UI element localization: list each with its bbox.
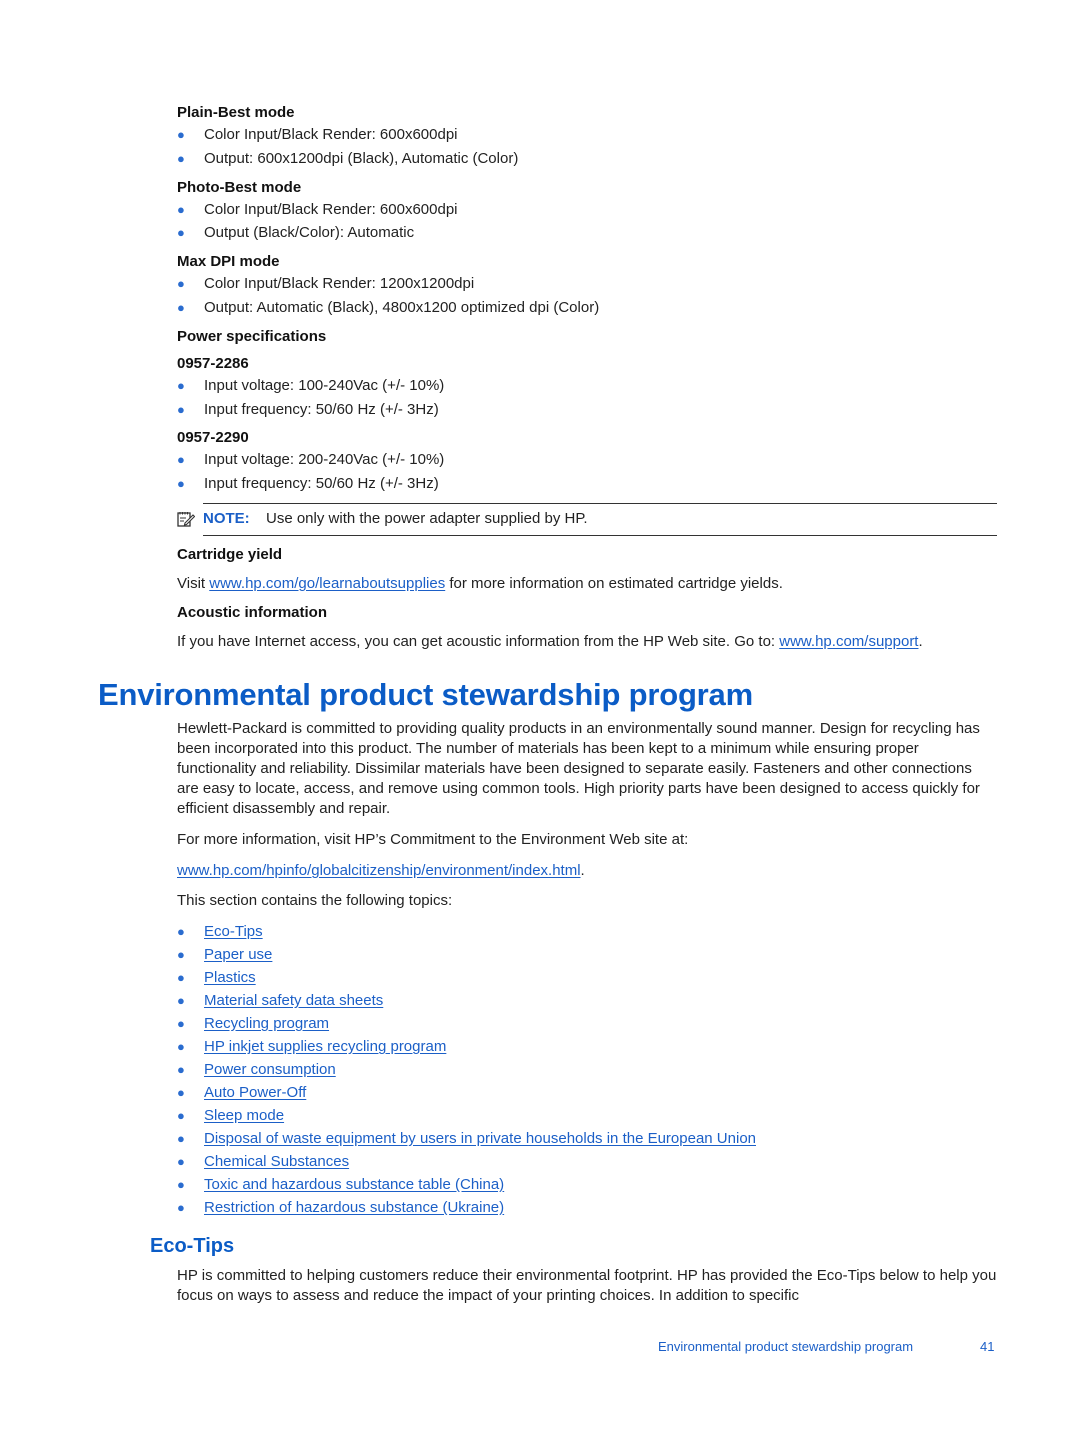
topic-link-msds[interactable]: Material safety data sheets bbox=[204, 992, 383, 1010]
bullet-icon: ● bbox=[177, 476, 185, 491]
bullet-icon: ● bbox=[177, 378, 185, 393]
note-top-rule bbox=[203, 503, 997, 504]
topic-link-power-consumption[interactable]: Power consumption bbox=[204, 1061, 336, 1079]
bullet-icon: ● bbox=[177, 452, 185, 467]
topic-link-chemical-substances[interactable]: Chemical Substances bbox=[204, 1153, 349, 1171]
topics-intro: This section contains the following topi… bbox=[177, 892, 453, 909]
global-citizenship-link[interactable]: www.hp.com/hpinfo/globalcitizenship/envi… bbox=[177, 862, 581, 879]
acoustic-info-heading: Acoustic information bbox=[177, 604, 328, 621]
acoustic-info-text: If you have Internet access, you can get… bbox=[177, 632, 997, 652]
topic-link-paper-use[interactable]: Paper use bbox=[204, 946, 272, 964]
learnaboutsupplies-link[interactable]: www.hp.com/go/learnaboutsupplies bbox=[209, 575, 445, 592]
note-text: Use only with the power adapter supplied… bbox=[266, 510, 588, 527]
bullet-icon: ● bbox=[177, 1039, 185, 1054]
list-item-text: Output: Automatic (Black), 4800x1200 opt… bbox=[204, 299, 600, 316]
bullet-icon: ● bbox=[177, 402, 185, 417]
acoustic-info-suffix: . bbox=[918, 633, 923, 650]
model-heading: 0957-2290 bbox=[177, 429, 249, 446]
topic-link-auto-power-off[interactable]: Auto Power-Off bbox=[204, 1084, 306, 1102]
topic-link-sleep-mode[interactable]: Sleep mode bbox=[204, 1107, 284, 1125]
bullet-icon: ● bbox=[177, 300, 185, 315]
cartridge-yield-prefix: Visit bbox=[177, 575, 210, 592]
bullet-icon: ● bbox=[177, 276, 185, 291]
footer-section-title: Environmental product stewardship progra… bbox=[658, 1339, 914, 1354]
model-heading: 0957-2286 bbox=[177, 355, 249, 372]
note-pencil-icon bbox=[177, 512, 195, 527]
bullet-icon: ● bbox=[177, 1200, 185, 1215]
bullet-icon: ● bbox=[177, 1108, 185, 1123]
list-item-text: Input frequency: 50/60 Hz (+/- 3Hz) bbox=[204, 475, 439, 492]
hp-support-link[interactable]: www.hp.com/support bbox=[779, 633, 918, 650]
bullet-icon: ● bbox=[177, 924, 185, 939]
cartridge-yield-text: Visit www.hp.com/go/learnaboutsupplies f… bbox=[177, 574, 997, 594]
list-item-text: Input voltage: 100-240Vac (+/- 10%) bbox=[204, 377, 445, 394]
topic-link-eco-tips[interactable]: Eco-Tips bbox=[204, 923, 263, 941]
list-item-text: Color Input/Black Render: 600x600dpi bbox=[204, 201, 458, 218]
bullet-icon: ● bbox=[177, 1085, 185, 1100]
list-item-text: Output: 600x1200dpi (Black), Automatic (… bbox=[204, 150, 519, 167]
topic-link-weee-disposal[interactable]: Disposal of waste equipment by users in … bbox=[204, 1130, 756, 1148]
bullet-icon: ● bbox=[177, 1016, 185, 1031]
photo-best-heading: Photo-Best mode bbox=[177, 179, 302, 196]
list-item-text: Color Input/Black Render: 600x600dpi bbox=[204, 126, 458, 143]
power-specs-heading: Power specifications bbox=[177, 328, 327, 345]
plain-best-heading: Plain-Best mode bbox=[177, 104, 295, 121]
topic-link-recycling[interactable]: Recycling program bbox=[204, 1015, 329, 1033]
bullet-icon: ● bbox=[177, 151, 185, 166]
bullet-icon: ● bbox=[177, 947, 185, 962]
topic-link-china-table[interactable]: Toxic and hazardous substance table (Chi… bbox=[204, 1176, 504, 1194]
bullet-icon: ● bbox=[177, 1062, 185, 1077]
cartridge-yield-heading: Cartridge yield bbox=[177, 546, 283, 563]
list-item-text: Output (Black/Color): Automatic bbox=[204, 224, 415, 241]
topic-link-ukraine-rohs[interactable]: Restriction of hazardous substance (Ukra… bbox=[204, 1199, 504, 1217]
max-dpi-heading: Max DPI mode bbox=[177, 253, 280, 270]
topic-link-plastics[interactable]: Plastics bbox=[204, 969, 256, 987]
bullet-icon: ● bbox=[177, 970, 185, 985]
bullet-icon: ● bbox=[177, 993, 185, 1008]
list-item-text: Color Input/Black Render: 1200x1200dpi bbox=[204, 275, 475, 292]
page-number: 41 bbox=[980, 1339, 995, 1354]
list-item-text: Input voltage: 200-240Vac (+/- 10%) bbox=[204, 451, 445, 468]
more-info-link-line: www.hp.com/hpinfo/globalcitizenship/envi… bbox=[177, 861, 997, 881]
acoustic-info-prefix: If you have Internet access, you can get… bbox=[177, 633, 780, 650]
note-bottom-rule bbox=[203, 535, 997, 536]
bullet-icon: ● bbox=[177, 1154, 185, 1169]
bullet-icon: ● bbox=[177, 127, 185, 142]
eco-tips-text: HP is committed to helping customers red… bbox=[177, 1267, 997, 1304]
bullet-icon: ● bbox=[177, 1177, 185, 1192]
more-info-link-suffix: . bbox=[580, 862, 585, 879]
note-label: NOTE: bbox=[203, 510, 250, 527]
more-info-text: For more information, visit HP’s Commitm… bbox=[177, 831, 689, 848]
eco-tips-heading: Eco-Tips bbox=[150, 1235, 235, 1257]
bullet-icon: ● bbox=[177, 1131, 185, 1146]
bullet-icon: ● bbox=[177, 202, 185, 217]
list-item-text: Input frequency: 50/60 Hz (+/- 3Hz) bbox=[204, 401, 439, 418]
page-title: Environmental product stewardship progra… bbox=[98, 677, 753, 712]
cartridge-yield-suffix: for more information on estimated cartri… bbox=[445, 575, 783, 592]
topic-link-inkjet-recycling[interactable]: HP inkjet supplies recycling program bbox=[204, 1038, 446, 1056]
environment-intro: Hewlett-Packard is committed to providin… bbox=[177, 720, 980, 817]
bullet-icon: ● bbox=[177, 225, 185, 240]
